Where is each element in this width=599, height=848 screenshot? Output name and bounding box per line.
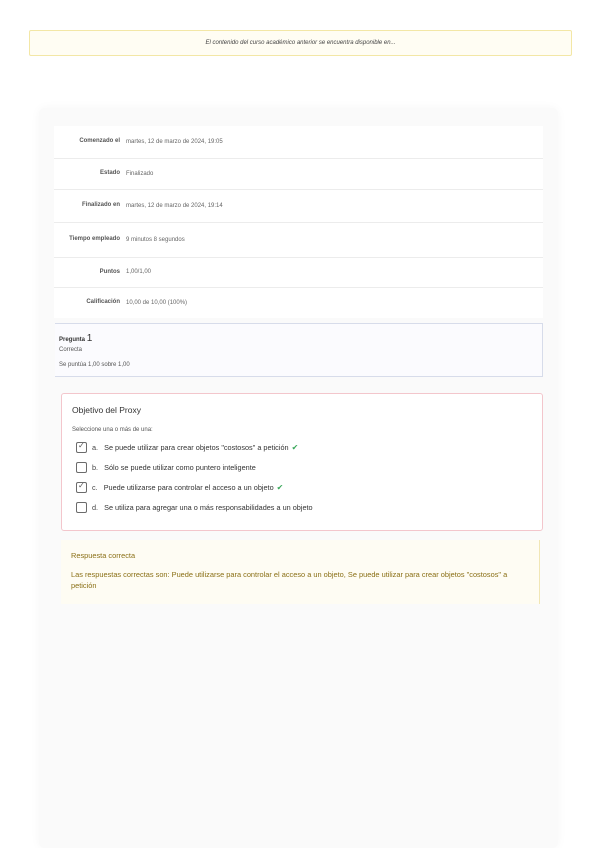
checkbox-checked[interactable] [76,441,87,453]
summary-label: Estado [54,157,124,189]
question-panel: Objetivo del Proxy Seleccione una o más … [61,393,543,531]
summary-value: martes, 12 de marzo de 2024, 19:05 [126,138,223,145]
correct-check-icon: ✔ [291,442,299,452]
option-letter: c. [92,482,98,492]
summary-value: 9 minutos 8 segundos [124,221,543,257]
option-text: Se utiliza para agregar una o más respon… [104,502,313,512]
question-number-value: 1 [86,333,93,344]
summary-value: Finalizado [124,157,543,189]
option-letter: a. [92,442,99,452]
option-text: Puede utilizarse para controlar el acces… [103,482,274,492]
correct-check-icon: ✔ [276,482,284,492]
checkbox-unchecked[interactable] [76,501,87,513]
summary-row-state: Estado Finalizado [54,157,543,189]
answer-option-c: c. Puede utilizarse para controlar el ac… [76,481,283,493]
feedback-correct-answers: Las respuestas correctas son: Puede util… [71,570,508,590]
summary-row-time: Tiempo empleado 9 minutos 8 segundos [54,221,543,257]
checkbox-unchecked[interactable] [76,461,87,473]
checkbox-checked[interactable] [76,481,87,493]
summary-row-finished: Finalizado en martes, 12 de marzo de 202… [54,188,543,222]
summary-label: Tiempo empleado [54,221,124,257]
question-status: Correcta [59,347,83,353]
option-letter: b. [92,462,99,472]
question-prompt: Seleccione una o más de una: [72,427,153,433]
summary-label: Comenzado el [79,138,120,145]
summary-value: 10,00 de 10,00 (100%) [124,286,543,318]
summary-row-started: Comenzado el martes, 12 de marzo de 2024… [54,126,543,158]
question-points: Se puntúa 1,00 sobre 1,00 [59,362,130,368]
summary-label: Finalizado en [54,188,124,222]
answer-option-b: b. Sólo se puede utilizar como puntero i… [76,461,256,473]
option-text: Se puede utilizar para crear objetos "co… [104,442,289,452]
answer-option-d: d. Se utiliza para agregar una o más res… [76,501,313,513]
feedback-result: Respuesta correcta [71,551,136,560]
summary-value: martes, 12 de marzo de 2024, 19:14 [124,188,543,222]
summary-value: 1,00/1,00 [124,256,543,287]
summary-label: Calificación [54,286,124,318]
summary-label: Puntos [54,256,124,287]
summary-row-grade: Calificación 10,00 de 10,00 (100%) [54,286,543,318]
answer-option-a: a. Se puede utilizar para crear objetos … [76,441,298,453]
course-notice-banner[interactable]: El contenido del curso académico anterio… [29,30,572,56]
feedback-panel: Respuesta correcta Las respuestas correc… [61,540,540,604]
question-info-panel: Pregunta 1 Correcta Se puntúa 1,00 sobre… [55,323,543,377]
option-letter: d. [92,502,99,512]
question-label: Pregunta [59,337,86,343]
attempt-summary-table: Comenzado el martes, 12 de marzo de 2024… [54,126,543,318]
question-title: Objetivo del Proxy [72,405,141,415]
summary-row-points: Puntos 1,00/1,00 [54,256,543,287]
question-number: Pregunta 1 [59,333,92,344]
option-text: Sólo se puede utilizar como puntero inte… [104,462,256,472]
